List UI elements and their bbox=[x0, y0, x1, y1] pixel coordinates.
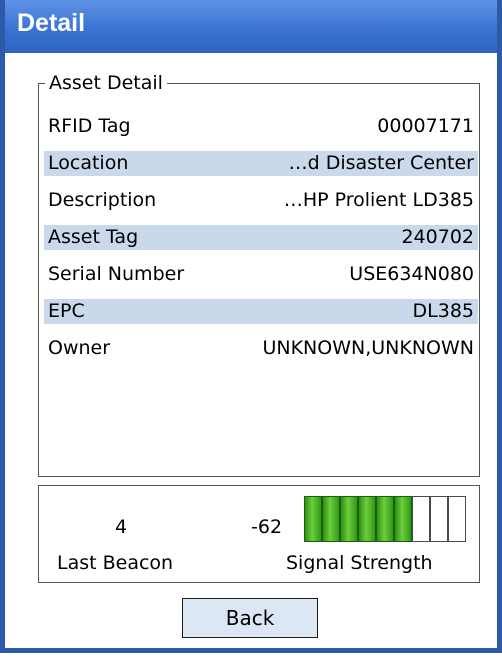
signal-bar-filled bbox=[322, 496, 340, 542]
last-beacon-label: Last Beacon bbox=[57, 552, 174, 574]
detail-row-asset-tag: Asset Tag 240702 bbox=[44, 219, 478, 256]
signal-bar-empty bbox=[430, 496, 448, 542]
signal-panel: 4 Last Beacon -62 Signal Strength bbox=[38, 485, 480, 583]
detail-body: Asset Detail RFID Tag 00007171 Location … bbox=[5, 53, 497, 648]
title-bar: Detail bbox=[5, 0, 497, 53]
detail-label: Description bbox=[48, 189, 157, 211]
detail-label: Asset Tag bbox=[48, 226, 139, 248]
detail-row-description: Description …HP Prolient LD385 bbox=[48, 182, 474, 219]
detail-value: …d Disaster Center bbox=[288, 152, 474, 174]
detail-value: UNKNOWN,UNKNOWN bbox=[262, 337, 474, 359]
asset-detail-list: RFID Tag 00007171 Location …d Disaster C… bbox=[44, 108, 478, 367]
signal-bar-filled bbox=[358, 496, 376, 542]
back-button[interactable]: Back bbox=[182, 598, 318, 638]
detail-label: EPC bbox=[48, 300, 85, 322]
signal-bar-filled bbox=[394, 496, 412, 542]
signal-strength-meter bbox=[304, 496, 471, 542]
signal-bar-empty bbox=[448, 496, 466, 542]
detail-label: Location bbox=[48, 152, 129, 174]
detail-row-epc: EPC DL385 bbox=[44, 293, 478, 330]
signal-bar-filled bbox=[376, 496, 394, 542]
detail-label: Serial Number bbox=[48, 263, 185, 285]
signal-bar-empty bbox=[412, 496, 430, 542]
last-beacon-value: 4 bbox=[114, 516, 128, 538]
window-title: Detail bbox=[17, 9, 86, 37]
detail-row-owner: Owner UNKNOWN,UNKNOWN bbox=[48, 330, 474, 367]
detail-label: RFID Tag bbox=[48, 115, 131, 137]
detail-row-rfid-tag: RFID Tag 00007171 bbox=[48, 108, 474, 145]
signal-bar-filled bbox=[304, 496, 322, 542]
detail-row-serial-number: Serial Number USE634N080 bbox=[48, 256, 474, 293]
detail-value: 240702 bbox=[401, 226, 474, 248]
detail-label: Owner bbox=[48, 337, 111, 359]
signal-bar-filled bbox=[340, 496, 358, 542]
asset-detail-legend: Asset Detail bbox=[45, 72, 167, 94]
detail-value: 00007171 bbox=[377, 115, 474, 137]
signal-strength-label: Signal Strength bbox=[286, 552, 433, 574]
detail-value: USE634N080 bbox=[349, 263, 474, 285]
detail-value: DL385 bbox=[412, 300, 474, 322]
detail-window: Detail Asset Detail RFID Tag 00007171 Lo… bbox=[0, 0, 502, 653]
detail-row-location: Location …d Disaster Center bbox=[44, 145, 478, 182]
signal-strength-value: -62 bbox=[251, 516, 283, 538]
detail-value: …HP Prolient LD385 bbox=[283, 189, 474, 211]
